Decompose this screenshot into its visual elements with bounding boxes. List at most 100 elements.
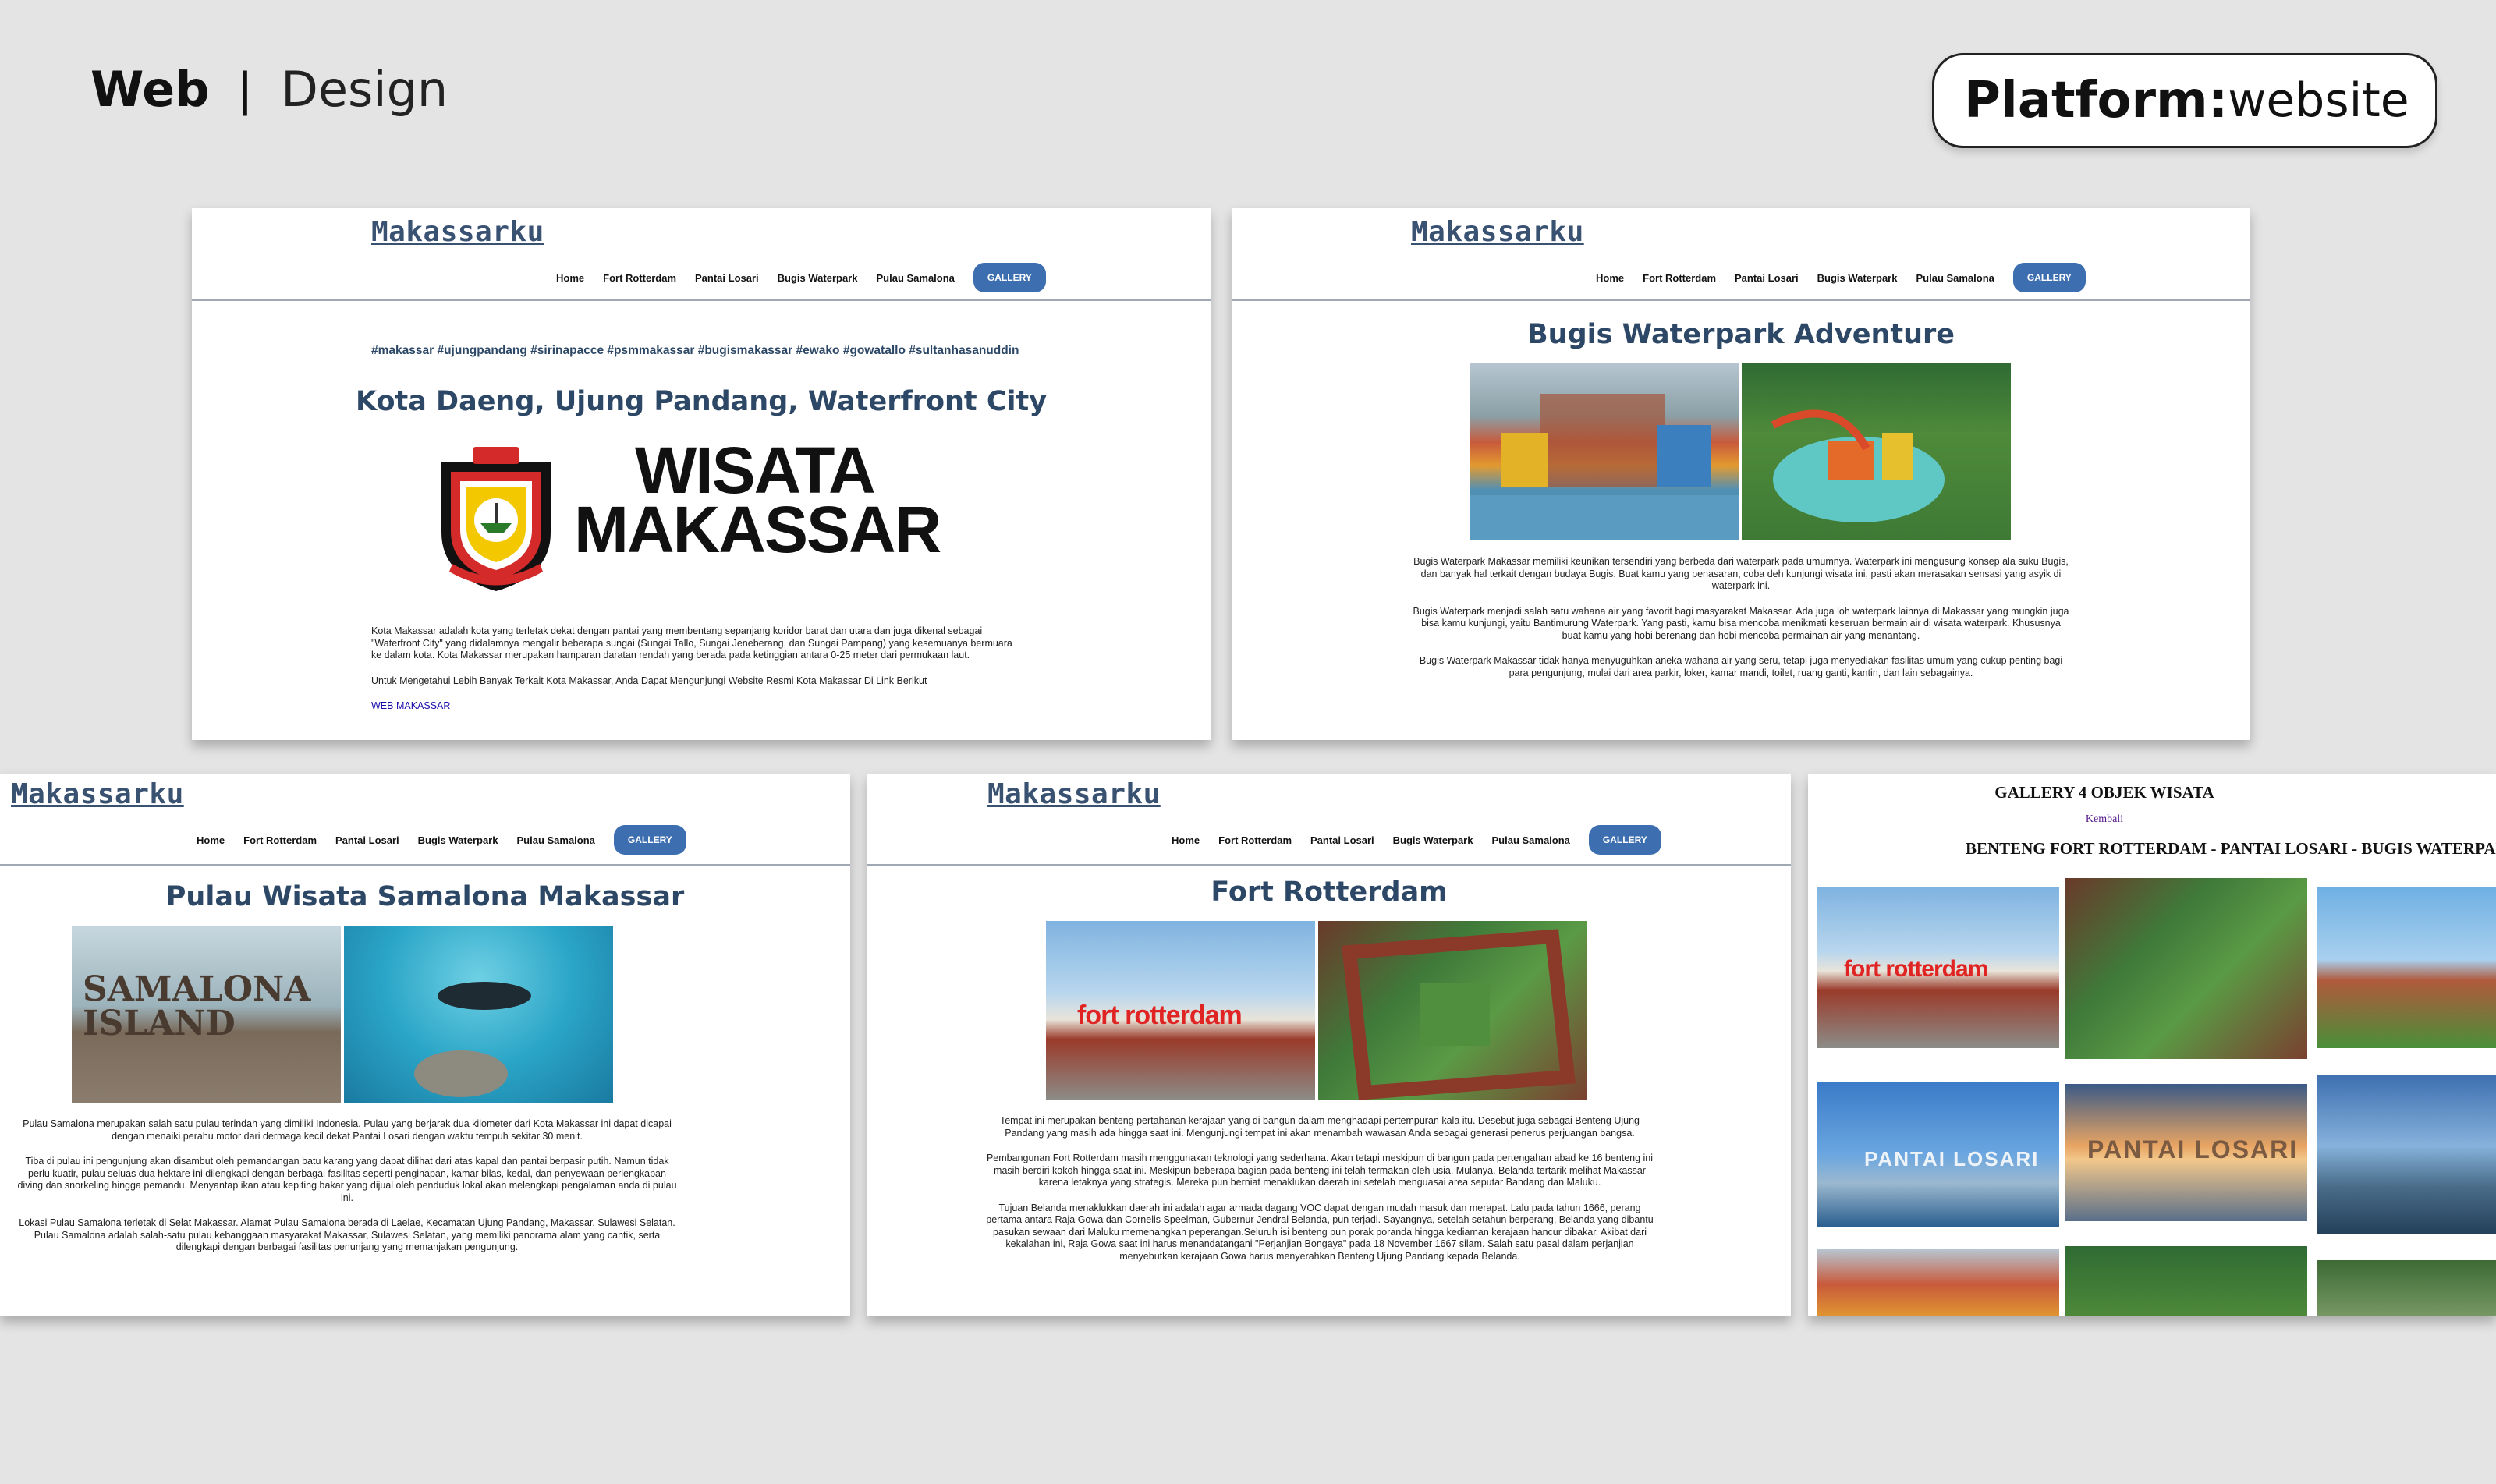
logo-text: WISATA MAKASSAR — [574, 434, 941, 562]
nav-bar: Home Fort Rotterdam Pantai Losari Bugis … — [1172, 825, 1661, 855]
nav-home[interactable]: Home — [556, 272, 584, 284]
nav-gallery-button[interactable]: GALLERY — [2012, 263, 2086, 292]
gallery-photo-waterpark-1 — [1817, 1249, 2059, 1316]
fort-heading: Fort Rotterdam — [1211, 877, 1448, 908]
samalona-photo-2 — [344, 926, 613, 1103]
fort-body: Tempat ini merupakan benteng pertahanan … — [984, 1115, 1655, 1276]
gallery-subtitle: BENTENG FORT ROTTERDAM - PANTAI LOSARI -… — [1966, 839, 2496, 858]
platform-value: website — [2228, 73, 2409, 128]
presentation-title: Web | Design — [90, 61, 448, 118]
gallery-losari-caption-1: PANTAI LOSARI — [1864, 1147, 2040, 1171]
nav-home[interactable]: Home — [1172, 834, 1200, 846]
bugis-heading: Bugis Waterpark Adventure — [1526, 319, 1955, 350]
title-bold: Web — [90, 61, 210, 118]
nav-fort-rotterdam[interactable]: Fort Rotterdam — [1643, 272, 1716, 284]
gallery-photo-fort-aerial — [2065, 878, 2307, 1059]
fort-paragraph-3: Tujuan Belanda menaklukkan daerah ini ad… — [986, 1202, 1654, 1262]
screenshot-home: Makassarku Home Fort Rotterdam Pantai Lo… — [192, 208, 1211, 740]
samalona-photo-1: SAMALONA ISLAND — [72, 926, 341, 1103]
wisata-makassar-logo: WISATA MAKASSAR — [426, 434, 956, 595]
home-paragraph-2: Untuk Mengetahui Lebih Banyak Terkait Ko… — [371, 675, 927, 686]
home-paragraph-1: Kota Makassar adalah kota yang terletak … — [371, 625, 1012, 661]
samalona-body: Pulau Samalona merupakan salah satu pula… — [16, 1118, 679, 1267]
bugis-paragraph-1: Bugis Waterpark Makassar memiliki keunik… — [1413, 556, 2069, 591]
web-makassar-link[interactable]: WEB MAKASSAR — [371, 700, 1019, 713]
nav-fort-rotterdam[interactable]: Fort Rotterdam — [603, 272, 676, 284]
title-separator: | — [237, 62, 254, 116]
screenshot-fort-rotterdam: Makassarku Home Fort Rotterdam Pantai Lo… — [867, 774, 1791, 1316]
water-slides-illustration-icon — [1771, 409, 1945, 522]
platform-label: Platform: — [1964, 72, 2228, 129]
screenshot-samalona: Makassarku Home Fort Rotterdam Pantai Lo… — [0, 774, 850, 1316]
gallery-title: GALLERY 4 OBJEK WISATA — [1994, 783, 2214, 802]
header-divider — [192, 299, 1211, 301]
brand-logo[interactable]: Makassarku — [371, 216, 544, 248]
bugis-photo-1 — [1470, 363, 1739, 540]
gallery-photo-waterpark-3 — [2317, 1260, 2496, 1316]
nav-bugis-waterpark[interactable]: Bugis Waterpark — [418, 834, 498, 846]
brand-logo[interactable]: Makassarku — [987, 778, 1161, 810]
brand-logo[interactable]: Makassarku — [1411, 216, 1584, 248]
nav-gallery-button[interactable]: GALLERY — [613, 825, 686, 855]
fort-photo-caption: fort rotterdam — [1077, 1001, 1243, 1030]
logo-line2: MAKASSAR — [574, 493, 941, 566]
header-divider — [867, 864, 1791, 866]
gallery-photo-fort-lawn — [2317, 887, 2496, 1048]
title-light: Design — [281, 61, 448, 118]
nav-fort-rotterdam[interactable]: Fort Rotterdam — [243, 834, 317, 846]
brand-logo[interactable]: Makassarku — [11, 778, 184, 810]
nav-pulau-samalona[interactable]: Pulau Samalona — [876, 272, 954, 284]
home-heading: Kota Daeng, Ujung Pandang, Waterfront Ci… — [355, 386, 1048, 417]
nav-home[interactable]: Home — [1596, 272, 1624, 284]
nav-gallery-button[interactable]: GALLERY — [1588, 825, 1661, 855]
snorkeler-illustration-icon — [414, 982, 531, 1097]
screenshot-gallery: GALLERY 4 OBJEK WISATA Kembali BENTENG F… — [1808, 774, 2496, 1316]
nav-gallery-button[interactable]: GALLERY — [973, 263, 1046, 292]
fort-paragraph-1: Tempat ini merupakan benteng pertahanan … — [999, 1115, 1640, 1139]
bugis-photo-2 — [1742, 363, 2011, 540]
nav-pantai-losari[interactable]: Pantai Losari — [1310, 834, 1374, 846]
bugis-paragraph-2: Bugis Waterpark menjadi salah satu wahan… — [1413, 605, 2069, 641]
gallery-photo-fort-sign: fort rotterdam — [1817, 887, 2059, 1048]
samalona-paragraph-1: Pulau Samalona merupakan salah satu pula… — [23, 1118, 672, 1142]
gallery-photo-losari-2: PANTAI LOSARI — [2065, 1084, 2307, 1221]
nav-bugis-waterpark[interactable]: Bugis Waterpark — [1817, 272, 1898, 284]
samalona-paragraph-3: Lokasi Pulau Samalona terletak di Selat … — [19, 1217, 675, 1252]
samalona-photo-caption: SAMALONA ISLAND — [83, 969, 311, 1043]
nav-pulau-samalona[interactable]: Pulau Samalona — [516, 834, 594, 846]
platform-badge: Platform: website — [1932, 53, 2438, 148]
samalona-heading: Pulau Wisata Samalona Makassar — [165, 881, 685, 912]
gallery-fort-caption: fort rotterdam — [1844, 956, 1988, 982]
nav-home[interactable]: Home — [197, 834, 225, 846]
samalona-paragraph-2: Tiba di pulau ini pengunjung akan disamb… — [17, 1156, 677, 1203]
nav-pantai-losari[interactable]: Pantai Losari — [335, 834, 399, 846]
fort-photo-2 — [1318, 921, 1587, 1100]
nav-pantai-losari[interactable]: Pantai Losari — [695, 272, 759, 284]
nav-bar: Home Fort Rotterdam Pantai Losari Bugis … — [197, 825, 686, 855]
nav-bugis-waterpark[interactable]: Bugis Waterpark — [778, 272, 858, 284]
bugis-body: Bugis Waterpark Makassar memiliki keunik… — [1411, 556, 2071, 692]
gallery-losari-caption-2: PANTAI LOSARI — [2087, 1135, 2299, 1163]
nav-bugis-waterpark[interactable]: Bugis Waterpark — [1393, 834, 1473, 846]
bugis-paragraph-3: Bugis Waterpark Makassar tidak hanya men… — [1419, 655, 2063, 678]
logo-line1: WISATA — [635, 434, 876, 507]
screenshot-bugis-waterpark: Makassarku Home Fort Rotterdam Pantai Lo… — [1232, 208, 2250, 740]
fort-aerial-illustration-icon — [1342, 929, 1576, 1100]
header-divider — [0, 864, 850, 866]
nav-fort-rotterdam[interactable]: Fort Rotterdam — [1218, 834, 1292, 846]
nav-bar: Home Fort Rotterdam Pantai Losari Bugis … — [1596, 263, 2086, 292]
nav-pulau-samalona[interactable]: Pulau Samalona — [1491, 834, 1569, 846]
playground-illustration-icon — [1470, 394, 1739, 540]
home-body: Kota Makassar adalah kota yang terletak … — [371, 625, 1019, 726]
gallery-photo-mosque — [2317, 1075, 2496, 1234]
back-link[interactable]: Kembali — [1808, 813, 2401, 826]
gallery-photo-losari-1: PANTAI LOSARI — [1817, 1082, 2059, 1227]
gallery-photo-waterpark-2 — [2065, 1246, 2307, 1316]
fort-paragraph-2: Pembangunan Fort Rotterdam masih menggun… — [986, 1153, 1654, 1188]
header-divider — [1232, 299, 2250, 301]
nav-pantai-losari[interactable]: Pantai Losari — [1735, 272, 1799, 284]
hashtags: #makassar #ujungpandang #sirinapacce #ps… — [371, 344, 1019, 357]
nav-pulau-samalona[interactable]: Pulau Samalona — [1916, 272, 1994, 284]
nav-bar: Home Fort Rotterdam Pantai Losari Bugis … — [556, 263, 1046, 292]
makassar-crest-icon — [441, 447, 551, 591]
